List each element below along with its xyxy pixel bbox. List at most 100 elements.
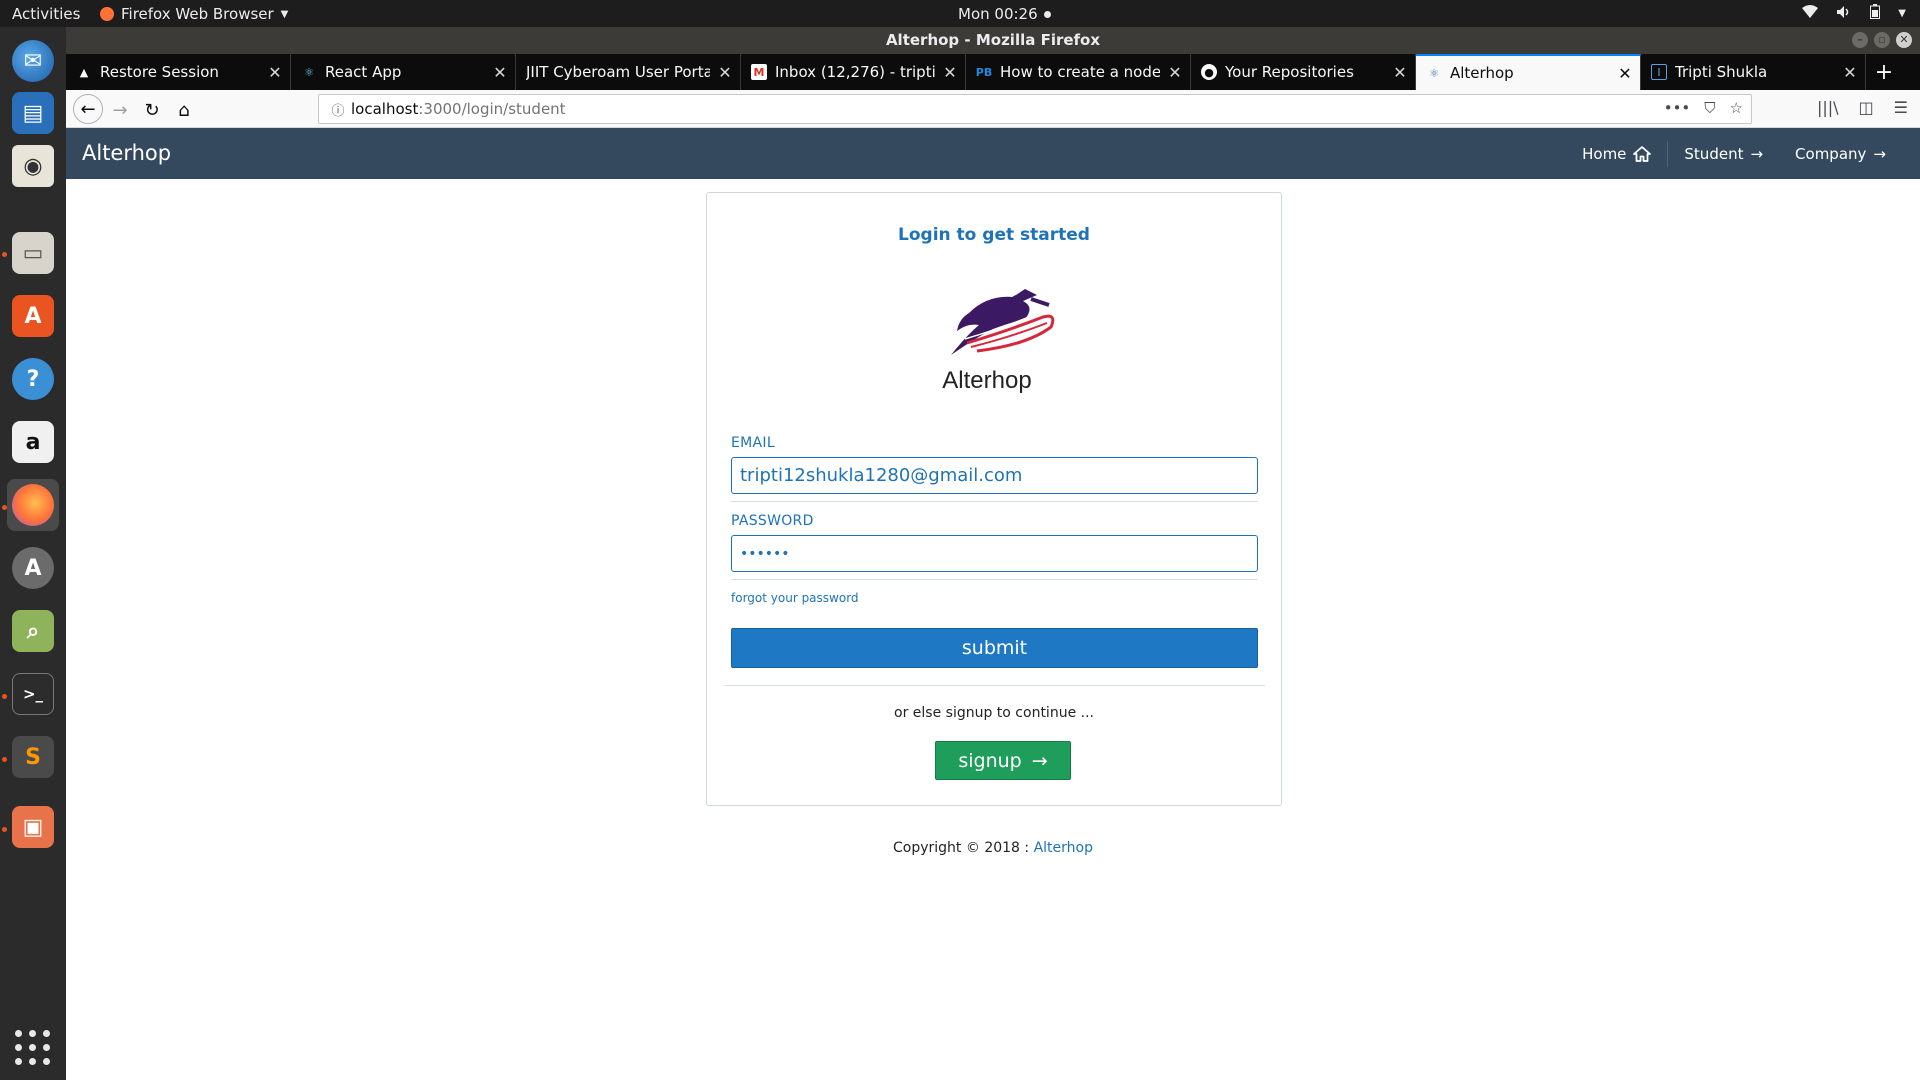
plus-icon: + xyxy=(1874,59,1894,85)
nav-company-link[interactable]: Company → xyxy=(1779,145,1902,163)
dock-rhythmbox[interactable]: ◉ xyxy=(7,140,59,192)
caret-down-icon: ▼ xyxy=(280,8,289,20)
footer-alterhop-link[interactable]: Alterhop xyxy=(1034,840,1093,856)
email-field[interactable]: tripti12shukla1280@gmail.com xyxy=(731,457,1258,494)
dock-files[interactable]: ▭ xyxy=(7,227,59,279)
close-tab-icon[interactable]: ✕ xyxy=(260,63,290,82)
dock: ✉ ▤ ◉ ▭ A ? a A ⌕ >_ S ▣ xyxy=(0,27,66,1080)
tab-alterhop[interactable]: ⚛ Alterhop ✕ xyxy=(1416,54,1641,90)
app-menu-label: Firefox Web Browser xyxy=(121,5,274,23)
tab-nodejs-article[interactable]: PB How to create a nodejs n ✕ xyxy=(966,54,1191,90)
tab-cyberoam[interactable]: JIIT Cyberoam User Portal ✕ xyxy=(516,54,741,90)
dock-image-viewer[interactable]: ⌕ xyxy=(7,605,59,657)
sidebar-icon[interactable]: ◫ xyxy=(1859,98,1874,117)
navigation-toolbar: ← → ↻ ⌂ ⓘ localhost :3000/login/student … xyxy=(66,90,1920,128)
tab-react-app[interactable]: ⚛ React App ✕ xyxy=(291,54,516,90)
github-icon: ● xyxy=(1201,64,1217,80)
warning-icon: ▲ xyxy=(79,65,89,79)
tab-label: React App xyxy=(325,63,402,81)
dock-thunderbird[interactable]: ✉ xyxy=(7,35,59,87)
profile-icon: I xyxy=(1651,64,1667,80)
divider xyxy=(725,685,1265,686)
submit-button[interactable]: submit xyxy=(731,628,1258,668)
close-tab-icon[interactable]: ✕ xyxy=(1160,63,1190,82)
logo-text: Alterhop xyxy=(942,367,1032,394)
password-field[interactable]: •••••• xyxy=(731,535,1258,572)
hamburger-menu-icon[interactable]: ☰ xyxy=(1894,98,1908,117)
home-button[interactable]: ⌂ xyxy=(170,96,198,124)
rhythmbox-icon: ◉ xyxy=(12,145,54,187)
login-heading: Login to get started xyxy=(898,225,1090,245)
show-applications-icon[interactable] xyxy=(15,1030,51,1066)
close-tab-icon[interactable]: ✕ xyxy=(1610,64,1640,83)
home-icon xyxy=(1633,145,1652,162)
close-tab-icon[interactable]: ✕ xyxy=(710,63,740,82)
url-path: :3000/login/student xyxy=(418,100,566,118)
app-brand[interactable]: Alterhop xyxy=(82,141,171,165)
forward-button[interactable]: → xyxy=(106,96,134,124)
url-bar[interactable]: ⓘ localhost :3000/login/student ••• ⛉ ☆ xyxy=(318,94,1752,124)
tab-tripti-shukla[interactable]: I Tripti Shukla ✕ xyxy=(1641,54,1866,90)
close-window-icon[interactable]: ✕ xyxy=(1896,32,1912,48)
tab-label: How to create a nodejs n xyxy=(1000,63,1160,81)
volume-icon[interactable] xyxy=(1836,5,1852,23)
tab-gmail[interactable]: M Inbox (12,276) - tripti12s ✕ xyxy=(741,54,966,90)
tab-label: Your Repositories xyxy=(1225,63,1354,81)
dock-sublime[interactable]: S xyxy=(7,731,59,783)
close-tab-icon[interactable]: ✕ xyxy=(1835,63,1865,82)
home-icon: ⌂ xyxy=(178,99,190,121)
pocket-icon[interactable]: ⛉ xyxy=(1704,99,1715,117)
software-center-icon: A xyxy=(12,295,54,337)
react-icon: ⚛ xyxy=(1429,66,1439,80)
close-tab-icon[interactable]: ✕ xyxy=(935,63,965,82)
software-updater-icon: A xyxy=(12,547,54,589)
runner-graduate-icon xyxy=(951,289,1055,355)
tab-label: Tripti Shukla xyxy=(1675,63,1768,81)
nav-home-link[interactable]: Home xyxy=(1566,145,1667,163)
dock-software[interactable]: A xyxy=(7,290,59,342)
bookmark-star-icon[interactable]: ☆ xyxy=(1730,99,1743,117)
tab-label: Inbox (12,276) - tripti12s xyxy=(775,63,935,81)
signup-label: signup xyxy=(958,749,1022,772)
dock-firefox[interactable] xyxy=(7,479,59,531)
pb-icon: PB xyxy=(975,65,993,79)
tab-restore-session[interactable]: ▲ Restore Session ✕ xyxy=(66,54,291,90)
field-underline xyxy=(731,501,1258,502)
maximize-window-icon[interactable]: ▫ xyxy=(1874,32,1890,48)
react-icon: ⚛ xyxy=(304,65,314,79)
tab-strip: ▲ Restore Session ✕ ⚛ React App ✕ JIIT C… xyxy=(66,54,1920,90)
forgot-password-link[interactable]: forgot your password xyxy=(731,591,859,605)
new-tab-button[interactable]: + xyxy=(1866,54,1902,90)
submit-label: submit xyxy=(961,637,1028,659)
power-menu-icon[interactable]: ▼ xyxy=(1898,8,1906,19)
dock-writer[interactable]: ▤ xyxy=(7,87,59,139)
tab-github[interactable]: ● Your Repositories ✕ xyxy=(1191,54,1416,90)
battery-icon[interactable] xyxy=(1870,4,1881,23)
nav-student-link[interactable]: Student → xyxy=(1668,145,1779,163)
back-button[interactable]: ← xyxy=(73,94,103,124)
close-tab-icon[interactable]: ✕ xyxy=(485,63,515,82)
dock-terminal[interactable]: >_ xyxy=(7,668,59,720)
minimize-window-icon[interactable]: – xyxy=(1852,32,1868,48)
email-value: tripti12shukla1280@gmail.com xyxy=(740,465,1023,486)
app-navbar: Alterhop Home Student → Company → xyxy=(66,128,1920,179)
site-info-icon[interactable]: ⓘ xyxy=(325,100,351,119)
thunderbird-icon: ✉ xyxy=(12,40,54,82)
reload-button[interactable]: ↻ xyxy=(138,96,166,124)
arrow-right-icon: → xyxy=(1750,144,1764,163)
dock-archive[interactable]: ▣ xyxy=(7,801,59,853)
system-tray[interactable]: ▼ xyxy=(1802,4,1906,23)
page-actions-icon[interactable]: ••• xyxy=(1664,99,1691,117)
field-underline xyxy=(731,579,1258,580)
clock[interactable]: Mon 00:26 xyxy=(958,5,1051,23)
signup-button[interactable]: signup → xyxy=(935,741,1071,780)
notification-dot-icon xyxy=(1043,10,1051,18)
dock-amazon[interactable]: a xyxy=(7,416,59,468)
wifi-icon[interactable] xyxy=(1802,4,1819,23)
dock-updater[interactable]: A xyxy=(7,542,59,594)
dock-help[interactable]: ? xyxy=(7,353,59,405)
library-icon[interactable]: |||\ xyxy=(1817,98,1839,117)
activities-button[interactable]: Activities xyxy=(12,5,80,23)
close-tab-icon[interactable]: ✕ xyxy=(1385,63,1415,82)
app-menu[interactable]: Firefox Web Browser ▼ xyxy=(100,5,288,23)
